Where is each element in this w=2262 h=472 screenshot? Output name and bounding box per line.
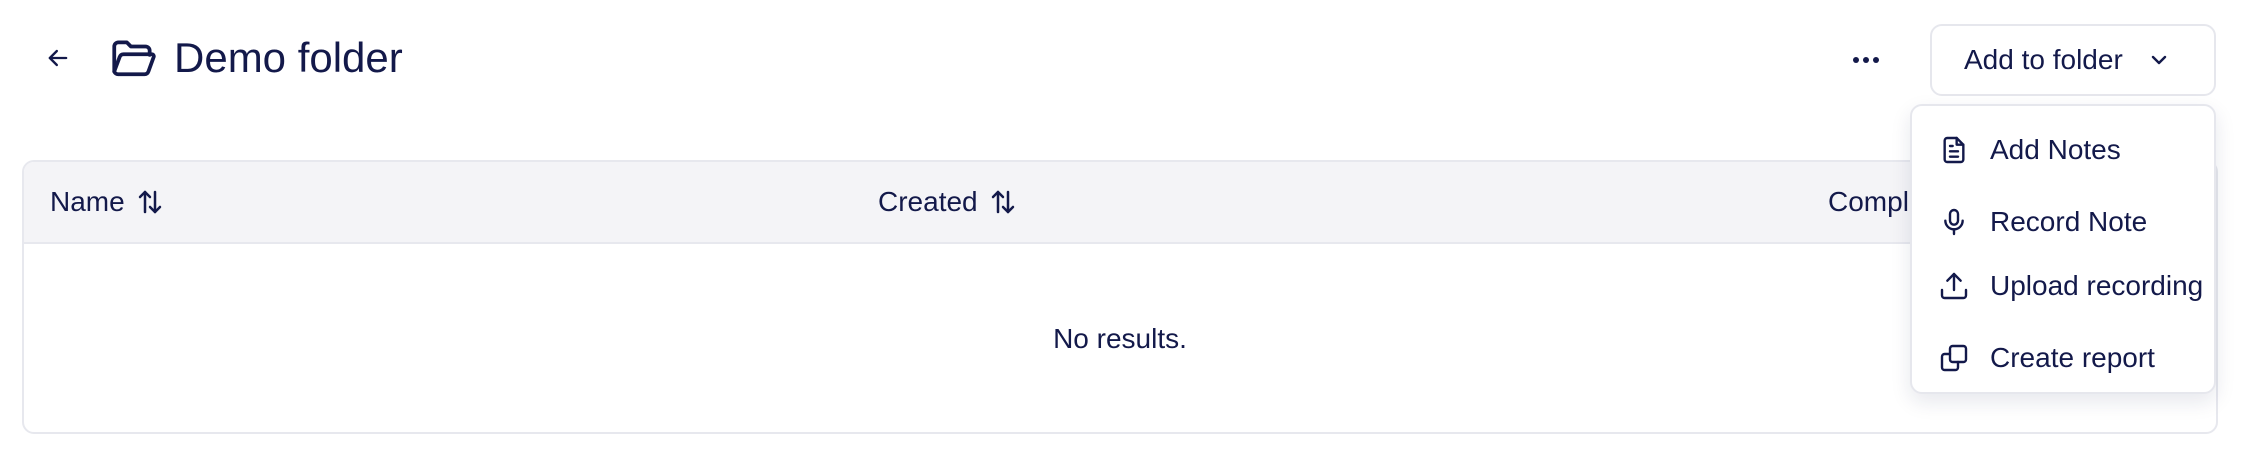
chevron-down-icon: [2151, 55, 2166, 65]
column-label: Compl: [1828, 186, 1909, 217]
column-label: Created: [878, 186, 978, 217]
notes-table: Name Created Compl No results.: [22, 160, 2218, 434]
more-options-button[interactable]: [1844, 40, 1888, 80]
add-to-folder-button[interactable]: Add to folder: [1930, 24, 2216, 96]
menu-item-label: Add Notes: [1990, 134, 2121, 165]
table-header: Name Created Compl: [24, 162, 2216, 244]
copy-icon: [1940, 344, 1968, 372]
column-header-name[interactable]: Name: [50, 162, 165, 242]
menu-item-label: Upload recording: [1990, 270, 2204, 301]
add-to-folder-label: Add to folder: [1964, 44, 2123, 75]
sort-arrows-icon: [991, 190, 1014, 214]
menu-item-upload-recording[interactable]: Upload recording: [1912, 258, 2214, 314]
add-to-folder-menu: Add Notes Record Note Upload recording C…: [1910, 104, 2216, 394]
menu-item-label: Record Note: [1990, 206, 2148, 237]
menu-item-record-note[interactable]: Record Note: [1912, 194, 2214, 250]
sort-arrows-icon: [138, 190, 161, 214]
back-button[interactable]: [36, 36, 80, 80]
microphone-icon: [1944, 208, 1964, 236]
menu-item-create-report[interactable]: Create report: [1912, 330, 2214, 386]
upload-icon: [1940, 272, 1968, 300]
folder-page: Demo folder Add to folder Name Created C…: [0, 0, 2262, 472]
empty-state: No results.: [1053, 323, 1187, 354]
menu-item-add-notes[interactable]: Add Notes: [1912, 122, 2214, 178]
document-icon: [1943, 136, 1965, 164]
menu-item-label: Create report: [1990, 342, 2155, 373]
column-header-completed[interactable]: Compl: [1828, 162, 1909, 242]
arrow-left-icon: [48, 49, 68, 67]
column-header-created[interactable]: Created: [878, 162, 1018, 242]
page-title: Demo folder: [174, 34, 403, 81]
folder-open-icon: [108, 34, 158, 84]
ellipsis-icon: [1853, 57, 1879, 63]
column-label: Name: [50, 186, 125, 217]
